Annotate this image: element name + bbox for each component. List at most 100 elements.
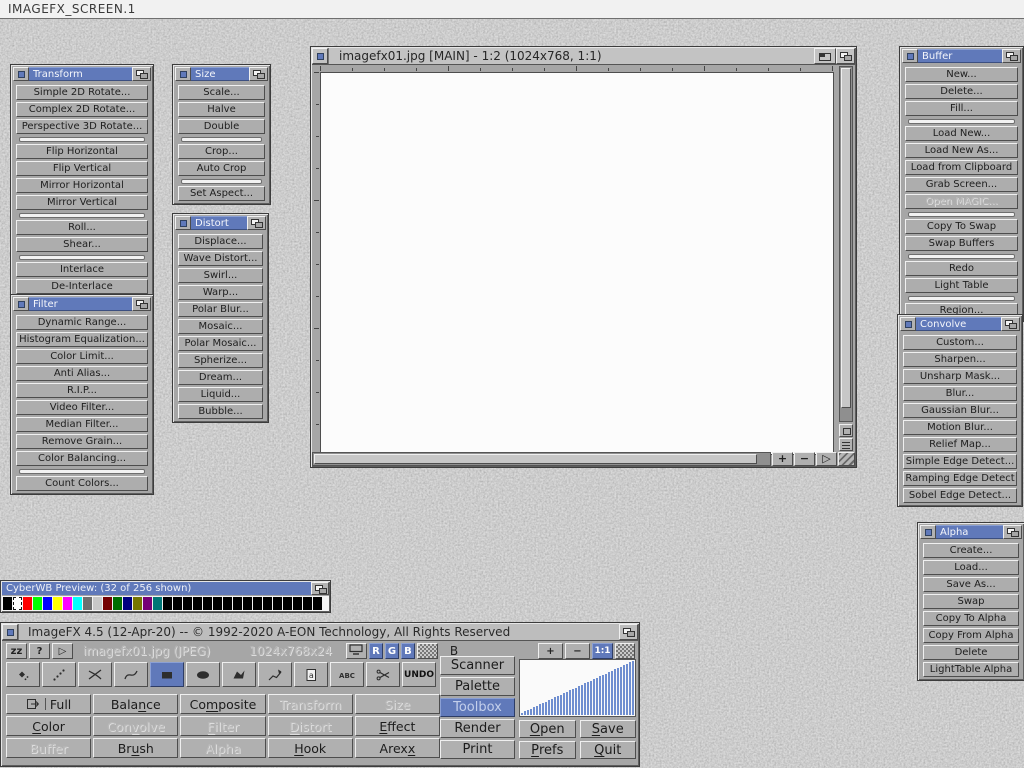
brush-button[interactable]: Brush (93, 738, 178, 758)
mirror-vertical-button[interactable]: Mirror Vertical (16, 195, 148, 210)
close-gadget[interactable] (13, 297, 29, 311)
palette-swatch[interactable] (53, 597, 62, 610)
shear-button[interactable]: Shear... (16, 237, 148, 252)
palette-swatch[interactable] (83, 597, 92, 610)
swap-button[interactable]: Swap (923, 594, 1019, 609)
freehand-cut-tool-button[interactable] (78, 662, 112, 687)
flip-horizontal-button[interactable]: Flip Horizontal (16, 144, 148, 159)
de-interlace-button[interactable]: De-Interlace (16, 279, 148, 294)
scale-button[interactable]: Scale... (178, 85, 265, 100)
load-new-button[interactable]: Load New... (905, 126, 1018, 141)
scanner-button[interactable]: Scanner (440, 656, 515, 675)
palette-swatch[interactable] (3, 597, 12, 610)
palette-swatch[interactable] (313, 597, 322, 610)
dynamic-range-button[interactable]: Dynamic Range... (16, 315, 148, 330)
size-button[interactable]: Size (355, 694, 440, 714)
palette-swatch[interactable] (163, 597, 172, 610)
palette-swatch[interactable] (73, 597, 82, 610)
depth-gadget[interactable] (249, 67, 268, 81)
palette-swatch[interactable] (233, 597, 242, 610)
airbrush-tool-button[interactable] (42, 662, 76, 687)
color-limit-button[interactable]: Color Limit... (16, 349, 148, 364)
red-channel-button[interactable]: R (369, 643, 383, 659)
simple-2d-rotate-button[interactable]: Simple 2D Rotate... (16, 85, 148, 100)
zoom-in-button[interactable]: + (772, 452, 793, 466)
curve-tool-button[interactable] (114, 662, 148, 687)
zoom-in-button[interactable]: + (538, 643, 563, 659)
simple-edge-detect-button[interactable]: Simple Edge Detect... (903, 454, 1017, 469)
palette-swatch[interactable] (103, 597, 112, 610)
redo-button[interactable]: Redo (905, 261, 1018, 276)
set-aspect-button[interactable]: Set Aspect... (178, 186, 265, 201)
panel-titlebar[interactable]: Convolve (900, 317, 1020, 331)
custom-button[interactable]: Custom... (903, 335, 1017, 350)
palette-swatch[interactable] (43, 597, 52, 610)
palette-swatch[interactable] (253, 597, 262, 610)
remove-grain-button[interactable]: Remove Grain... (16, 434, 148, 449)
zoom-one-to-one-button[interactable]: 1:1 (592, 643, 613, 659)
ramping-edge-detect-button[interactable]: Ramping Edge Detect (903, 471, 1017, 486)
dither-button[interactable] (417, 643, 438, 659)
vertical-scrollbar[interactable] (839, 66, 853, 422)
zoom-out-button[interactable]: − (794, 452, 815, 466)
palette-swatch[interactable] (153, 597, 162, 610)
swirl-button[interactable]: Swirl... (178, 268, 263, 283)
alpha-button[interactable]: Alpha (180, 738, 265, 758)
print-button[interactable]: Print (440, 740, 515, 759)
palette-swatch[interactable] (283, 597, 292, 610)
copy-to-alpha-button[interactable]: Copy To Alpha (923, 611, 1019, 626)
palette-swatch[interactable] (33, 597, 42, 610)
palette-swatch[interactable] (113, 597, 122, 610)
palette-swatch[interactable] (243, 597, 252, 610)
close-gadget[interactable] (175, 216, 191, 230)
liquid-button[interactable]: Liquid... (178, 387, 263, 402)
lighttable-alpha-button[interactable]: LightTable Alpha (923, 662, 1019, 677)
color-button[interactable]: Color (6, 716, 91, 736)
depth-gadget[interactable] (132, 67, 151, 81)
rectangle-tool-button[interactable] (150, 662, 184, 687)
polar-blur-button[interactable]: Polar Blur... (178, 302, 263, 317)
halve-button[interactable]: Halve (178, 102, 265, 117)
close-gadget[interactable] (175, 67, 191, 81)
auto-crop-button[interactable]: Auto Crop (178, 161, 265, 176)
toolbox-button[interactable]: Toolbox (440, 698, 515, 717)
swap-buffers-button[interactable]: Swap Buffers (905, 236, 1018, 251)
delete-button[interactable]: Delete... (905, 84, 1018, 99)
screen-titlebar[interactable]: IMAGEFX_SCREEN.1 (0, 0, 1024, 19)
unsharp-mask-button[interactable]: Unsharp Mask... (903, 369, 1017, 384)
palette-swatch[interactable] (133, 597, 142, 610)
snooze-button[interactable]: zz (6, 643, 27, 659)
zoom-out-button[interactable]: − (565, 643, 590, 659)
freehand-draw-tool-button[interactable] (258, 662, 292, 687)
monitor-button[interactable] (346, 643, 367, 659)
clipboard-tool-button[interactable]: a (294, 662, 328, 687)
zoom-gadget[interactable] (814, 48, 836, 64)
copy-from-alpha-button[interactable]: Copy From Alpha (923, 628, 1019, 643)
motion-blur-button[interactable]: Motion Blur... (903, 420, 1017, 435)
depth-gadget[interactable] (1003, 525, 1022, 539)
image-window-titlebar[interactable]: imagefx01.jpg [MAIN] - 1:2 (1024x768, 1:… (312, 48, 855, 65)
open-button[interactable]: Open (519, 720, 576, 738)
pan-button[interactable]: ▷ (816, 452, 837, 466)
count-colors-button[interactable]: Count Colors... (16, 476, 148, 491)
mosaic-button[interactable]: Mosaic... (178, 319, 263, 334)
median-filter-button[interactable]: Median Filter... (16, 417, 148, 432)
depth-gadget[interactable] (619, 624, 638, 640)
palette-swatch[interactable] (203, 597, 212, 610)
close-gadget[interactable] (900, 317, 916, 331)
scrollbar-thumb[interactable] (314, 454, 757, 464)
crop-button[interactable]: Crop... (178, 144, 265, 159)
bubble-button[interactable]: Bubble... (178, 404, 263, 419)
prefs-button[interactable]: Prefs (519, 741, 576, 759)
grab-screen-button[interactable]: Grab Screen... (905, 177, 1018, 192)
depth-gadget[interactable] (836, 48, 855, 64)
save-as-button[interactable]: Save As... (923, 577, 1019, 592)
palette-swatch[interactable] (303, 597, 312, 610)
close-gadget[interactable] (2, 624, 18, 640)
close-gadget[interactable] (312, 48, 328, 64)
palette-swatch[interactable] (143, 597, 152, 610)
scissors-tool-button[interactable] (366, 662, 400, 687)
ellipse-tool-button[interactable] (186, 662, 220, 687)
composite-button[interactable]: Composite (180, 694, 265, 714)
palette-button[interactable]: Palette (440, 677, 515, 696)
